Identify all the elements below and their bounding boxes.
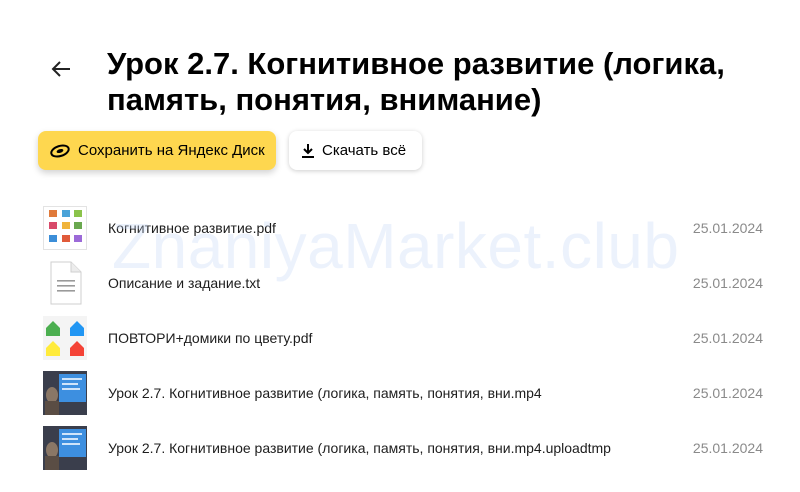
file-date: 25.01.2024: [692, 384, 763, 401]
file-row[interactable]: Описание и задание.txt 25.01.2024: [38, 255, 778, 310]
pdf-thumbnail: [43, 315, 87, 360]
file-date: 25.01.2024: [692, 329, 763, 346]
page-title: Урок 2.7. Когнитивное развитие (логика, …: [107, 46, 725, 117]
file-row[interactable]: Урок 2.7. Когнитивное развитие (логика, …: [38, 420, 778, 475]
download-all-button[interactable]: Скачать всё: [289, 131, 422, 170]
save-to-yandex-disk-button[interactable]: Сохранить на Яндекс Диск: [38, 131, 276, 170]
file-date: 25.01.2024: [692, 439, 763, 456]
file-name: Урок 2.7. Когнитивное развитие (логика, …: [108, 439, 611, 456]
file-date: 25.01.2024: [692, 274, 763, 291]
back-button[interactable]: [44, 54, 78, 84]
yandex-disk-icon: [49, 143, 71, 159]
download-icon: [301, 143, 315, 159]
video-thumbnail: [43, 370, 87, 415]
file-row[interactable]: Когнитивное развитие.pdf 25.01.2024: [38, 200, 778, 255]
file-list: Когнитивное развитие.pdf 25.01.2024 Опис…: [38, 200, 778, 475]
file-name: Урок 2.7. Когнитивное развитие (логика, …: [108, 384, 542, 401]
text-file-icon: [43, 261, 87, 305]
arrow-left-icon: [51, 61, 70, 77]
file-row[interactable]: ПОВТОРИ+домики по цвету.pdf 25.01.2024: [38, 310, 778, 365]
file-name: ПОВТОРИ+домики по цвету.pdf: [108, 329, 313, 346]
file-name: Описание и задание.txt: [108, 274, 261, 291]
download-button-label: Скачать всё: [322, 142, 407, 159]
pdf-thumbnail: [43, 205, 87, 250]
video-thumbnail: [43, 425, 87, 470]
file-row[interactable]: Урок 2.7. Когнитивное развитие (логика, …: [38, 365, 778, 420]
file-date: 25.01.2024: [692, 219, 763, 236]
file-name: Когнитивное развитие.pdf: [108, 219, 276, 236]
save-button-label: Сохранить на Яндекс Диск: [78, 142, 265, 159]
